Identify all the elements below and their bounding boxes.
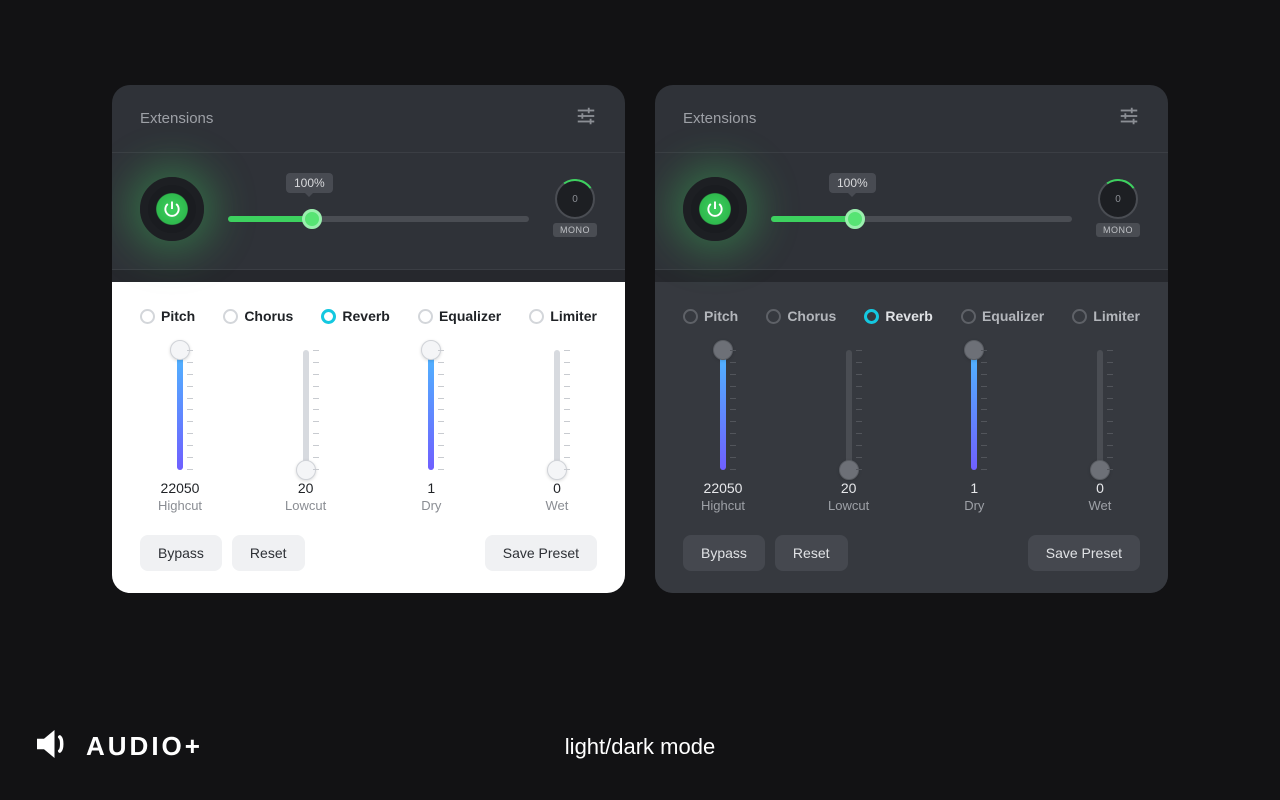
brand-text: AUDIO+ [86, 731, 203, 762]
radio-icon [140, 309, 155, 324]
save-preset-button[interactable]: Save Preset [1028, 535, 1140, 571]
power-button[interactable] [683, 177, 747, 241]
slider-value: 22050 [704, 480, 743, 496]
mode-caption: light/dark mode [565, 734, 715, 760]
slider-value: 20 [841, 480, 857, 496]
volume-tooltip: 100% [829, 173, 876, 193]
slider-highcut[interactable]: 22050 Highcut [683, 350, 763, 513]
mono-label: MONO [1096, 223, 1140, 237]
tab-label: Chorus [787, 308, 836, 324]
mono-label: MONO [553, 223, 597, 237]
tab-limiter[interactable]: Limiter [1072, 308, 1140, 324]
reset-button[interactable]: Reset [775, 535, 848, 571]
effect-sliders: 22050 Highcut 20 Lowcut 1 Dry 0 Wet [683, 350, 1140, 513]
slider-value: 1 [427, 480, 435, 496]
slider-highcut[interactable]: 22050 Highcut [140, 350, 220, 513]
panel-body-light: Pitch Chorus Reverb Equalizer Limiter 22050 H… [112, 282, 625, 593]
slider-value: 0 [1096, 480, 1104, 496]
slider-lowcut[interactable]: 20 Lowcut [809, 350, 889, 513]
radio-icon [683, 309, 698, 324]
slider-lowcut[interactable]: 20 Lowcut [266, 350, 346, 513]
radio-icon [529, 309, 544, 324]
effect-sliders: 22050 Highcut 20 Lowcut 1 Dry 0 Wet [140, 350, 597, 513]
effect-tabs: Pitch Chorus Reverb Equalizer Limiter [683, 308, 1140, 324]
slider-label: Highcut [158, 498, 202, 513]
divider [112, 270, 625, 282]
slider-value: 20 [298, 480, 314, 496]
volume-slider[interactable]: 100% [228, 177, 529, 241]
radio-icon [321, 309, 336, 324]
tab-chorus[interactable]: Chorus [766, 308, 836, 324]
panel-header: Extensions [112, 85, 625, 153]
radio-icon [766, 309, 781, 324]
slider-value: 1 [970, 480, 978, 496]
panel-header: Extensions [655, 85, 1168, 153]
bypass-button[interactable]: Bypass [683, 535, 765, 571]
tab-pitch[interactable]: Pitch [683, 308, 738, 324]
main-controls: 100% 0 MONO [112, 153, 625, 270]
slider-label: Lowcut [285, 498, 326, 513]
slider-label: Lowcut [828, 498, 869, 513]
slider-wet[interactable]: 0 Wet [1060, 350, 1140, 513]
volume-tooltip: 100% [286, 173, 333, 193]
power-button[interactable] [140, 177, 204, 241]
tab-label: Limiter [1093, 308, 1140, 324]
slider-value: 0 [553, 480, 561, 496]
tab-reverb[interactable]: Reverb [321, 308, 389, 324]
bypass-button[interactable]: Bypass [140, 535, 222, 571]
speaker-icon [30, 723, 72, 770]
volume-thumb[interactable] [302, 209, 322, 229]
slider-dry[interactable]: 1 Dry [934, 350, 1014, 513]
radio-icon [864, 309, 879, 324]
panel-body-dark: Pitch Chorus Reverb Equalizer Limiter 22050 H… [655, 282, 1168, 593]
radio-icon [418, 309, 433, 324]
slider-label: Dry [964, 498, 984, 513]
brand: AUDIO+ [30, 723, 203, 770]
tab-equalizer[interactable]: Equalizer [418, 308, 501, 324]
tab-label: Equalizer [982, 308, 1044, 324]
radio-icon [223, 309, 238, 324]
reset-button[interactable]: Reset [232, 535, 305, 571]
tab-label: Pitch [704, 308, 738, 324]
slider-wet[interactable]: 0 Wet [517, 350, 597, 513]
volume-thumb[interactable] [845, 209, 865, 229]
footer: AUDIO+ light/dark mode [0, 723, 1280, 770]
radio-icon [961, 309, 976, 324]
slider-label: Wet [1089, 498, 1112, 513]
tab-reverb[interactable]: Reverb [864, 308, 932, 324]
sliders-icon[interactable] [1118, 105, 1140, 132]
tab-label: Reverb [885, 308, 932, 324]
volume-slider[interactable]: 100% [771, 177, 1072, 241]
panel-title: Extensions [140, 110, 213, 127]
tab-limiter[interactable]: Limiter [529, 308, 597, 324]
sliders-icon[interactable] [575, 105, 597, 132]
extensions-panel-light: Extensions 100% 0 MONO [112, 85, 625, 593]
mono-dial[interactable]: 0 MONO [1096, 181, 1140, 237]
slider-value: 22050 [161, 480, 200, 496]
main-controls: 100% 0 MONO [655, 153, 1168, 270]
button-row: Bypass Reset Save Preset [683, 535, 1140, 571]
extensions-panel-dark: Extensions 100% 0 MONO [655, 85, 1168, 593]
tab-equalizer[interactable]: Equalizer [961, 308, 1044, 324]
tab-pitch[interactable]: Pitch [140, 308, 195, 324]
button-row: Bypass Reset Save Preset [140, 535, 597, 571]
tab-label: Limiter [550, 308, 597, 324]
tab-chorus[interactable]: Chorus [223, 308, 293, 324]
slider-label: Wet [546, 498, 569, 513]
radio-icon [1072, 309, 1087, 324]
tab-label: Reverb [342, 308, 389, 324]
panel-title: Extensions [683, 110, 756, 127]
tab-label: Pitch [161, 308, 195, 324]
slider-label: Dry [421, 498, 441, 513]
save-preset-button[interactable]: Save Preset [485, 535, 597, 571]
slider-dry[interactable]: 1 Dry [391, 350, 471, 513]
effect-tabs: Pitch Chorus Reverb Equalizer Limiter [140, 308, 597, 324]
slider-label: Highcut [701, 498, 745, 513]
tab-label: Equalizer [439, 308, 501, 324]
divider [655, 270, 1168, 282]
mono-dial[interactable]: 0 MONO [553, 181, 597, 237]
tab-label: Chorus [244, 308, 293, 324]
